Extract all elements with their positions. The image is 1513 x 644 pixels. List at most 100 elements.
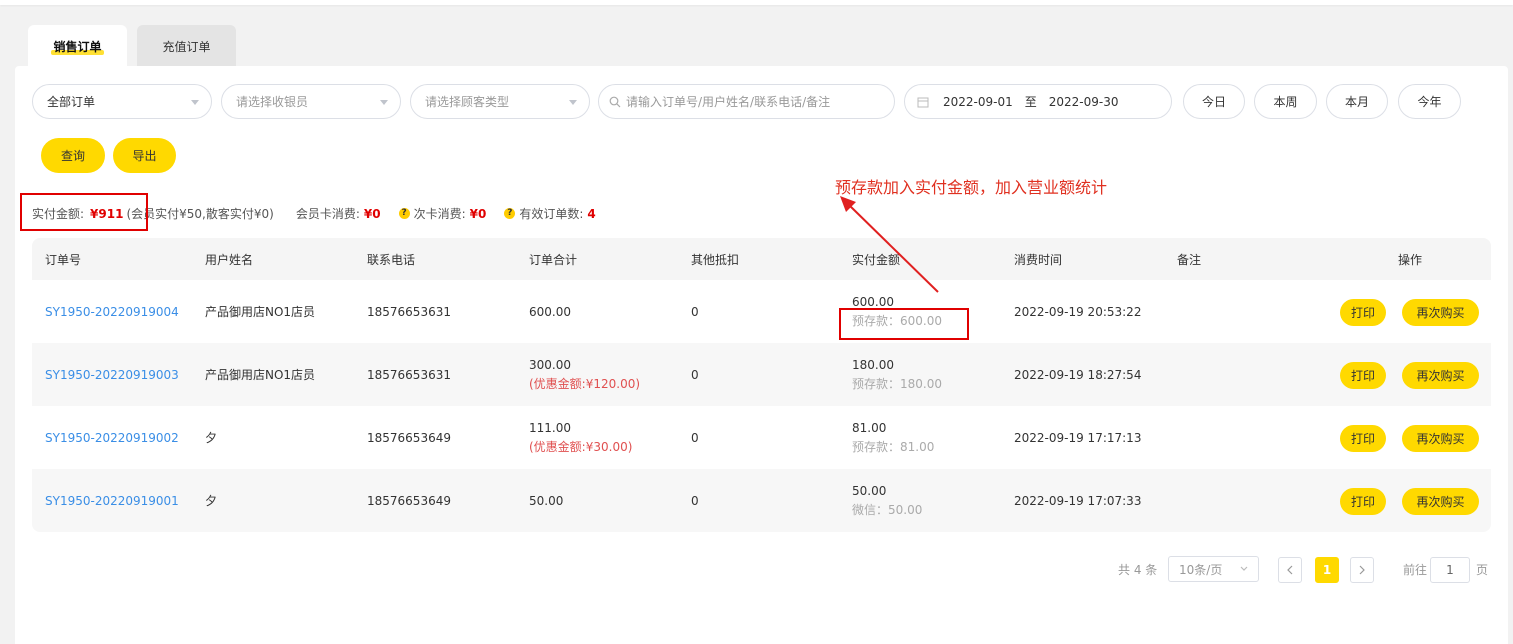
date-range-picker[interactable]: 2022-09-01 至 2022-09-30	[904, 84, 1172, 119]
phone: 18576653649	[367, 430, 451, 445]
header-phone: 联系电话	[367, 252, 416, 267]
table-row: SY1950-20220919003 产品御用店NO1店员 1857665363…	[32, 343, 1491, 406]
header-order-no: 订单号	[45, 252, 82, 267]
annotation-box-summary	[20, 193, 148, 231]
quick-week-button[interactable]: 本周	[1254, 84, 1317, 119]
date-separator: 至	[1024, 95, 1037, 109]
search-icon	[609, 96, 621, 107]
consume-time: 2022-09-19 17:07:33	[1014, 493, 1142, 508]
rebuy-button[interactable]: 再次购买	[1402, 425, 1479, 452]
paid-detail: (会员实付¥50,散客实付¥0)	[126, 207, 274, 221]
table-row: SY1950-20220919004 产品御用店NO1店员 1857665363…	[32, 280, 1491, 343]
goto-page-input[interactable]: 1	[1430, 557, 1470, 583]
page-size-select[interactable]: 10条/页	[1168, 556, 1259, 582]
export-button[interactable]: 导出	[113, 138, 176, 173]
header-remark: 备注	[1177, 252, 1202, 267]
chevron-down-icon	[569, 100, 577, 105]
times-value: ¥0	[469, 206, 487, 221]
header-name: 用户姓名	[205, 252, 254, 267]
total-value: 300.00	[529, 357, 571, 372]
header-time: 消费时间	[1014, 252, 1063, 267]
table-row: SY1950-20220919001 夕 18576653649 50.00 0…	[32, 469, 1491, 532]
prev-page-button[interactable]	[1278, 557, 1302, 583]
valid-label: 有效订单数:	[519, 207, 584, 221]
goto-label: 前往	[1403, 562, 1428, 577]
pagination-total: 共 4 条	[1118, 562, 1158, 577]
paid-amount: 50.00 微信：50.00	[852, 469, 922, 532]
order-no-link[interactable]: SY1950-20220919002	[45, 406, 179, 469]
paid-method: 预存款：81.00	[852, 439, 935, 454]
discount-note: (优惠金额:¥30.00)	[529, 439, 633, 454]
print-button[interactable]: 打印	[1340, 425, 1386, 452]
consume-time: 2022-09-19 18:27:54	[1014, 367, 1142, 382]
rebuy-button[interactable]: 再次购买	[1402, 299, 1479, 326]
consume-time: 2022-09-19 20:53:22	[1014, 304, 1142, 319]
chevron-left-icon	[1287, 565, 1293, 575]
tab-recharge-orders[interactable]: 充值订单	[137, 25, 236, 67]
user-name: 夕	[205, 431, 218, 445]
chevron-down-icon	[380, 100, 388, 105]
top-bar	[0, 0, 1513, 5]
paid-amount: 81.00 预存款：81.00	[852, 406, 934, 469]
page-size-value: 10条/页	[1179, 562, 1223, 577]
cashier-placeholder: 请选择收银员	[236, 95, 309, 109]
rebuy-button[interactable]: 再次购买	[1402, 362, 1479, 389]
card-value: ¥0	[363, 206, 381, 221]
phone: 18576653649	[367, 493, 451, 508]
chevron-down-icon	[1240, 566, 1248, 571]
valid-value: 4	[587, 206, 596, 221]
total-value: 111.00	[529, 420, 571, 435]
chevron-down-icon	[191, 100, 199, 105]
header-deduct: 其他抵扣	[691, 252, 740, 267]
user-name: 产品御用店NO1店员	[205, 305, 316, 319]
phone: 18576653631	[367, 304, 451, 319]
calendar-icon	[917, 97, 929, 107]
other-deduct: 0	[691, 493, 699, 508]
customer-type-select[interactable]: 请选择顾客类型	[410, 84, 590, 119]
order-total: 300.00 (优惠金额:¥120.00)	[529, 343, 640, 406]
next-page-button[interactable]	[1350, 557, 1374, 583]
query-button[interactable]: 查询	[41, 138, 105, 173]
order-no-link[interactable]: SY1950-20220919004	[45, 280, 179, 343]
help-icon[interactable]: ?	[504, 208, 516, 219]
search-input[interactable]: 请输入订单号/用户姓名/联系电话/备注	[598, 84, 895, 119]
phone: 18576653631	[367, 367, 451, 382]
header-actions: 操作	[1398, 252, 1423, 267]
order-total: 111.00 (优惠金额:¥30.00)	[529, 406, 632, 469]
annotation-box-deposit	[839, 308, 969, 340]
quick-today-button[interactable]: 今日	[1183, 84, 1245, 119]
total-value: 50.00	[529, 493, 564, 508]
customer-type-placeholder: 请选择顾客类型	[425, 95, 510, 109]
card-label: 会员卡消费:	[295, 207, 360, 221]
paid-value: 50.00	[852, 483, 887, 498]
order-no-link[interactable]: SY1950-20220919003	[45, 343, 179, 406]
quick-year-button[interactable]: 今年	[1398, 84, 1461, 119]
tab-sales-orders-label: 销售订单	[51, 39, 104, 55]
order-tabs: 销售订单 充值订单	[28, 25, 236, 67]
page-number-button[interactable]: 1	[1315, 557, 1339, 583]
times-label: 次卡消费:	[413, 207, 466, 221]
print-button[interactable]: 打印	[1340, 362, 1386, 389]
help-icon[interactable]: ?	[398, 208, 410, 219]
order-no-link[interactable]: SY1950-20220919001	[45, 469, 179, 532]
page-unit-label: 页	[1476, 562, 1489, 577]
cashier-select[interactable]: 请选择收银员	[221, 84, 401, 119]
paid-method: 微信：50.00	[852, 502, 923, 517]
total-value: 600.00	[529, 304, 571, 319]
other-deduct: 0	[691, 304, 699, 319]
discount-note: (优惠金额:¥120.00)	[529, 376, 641, 391]
paid-value: 81.00	[852, 420, 887, 435]
user-name: 产品御用店NO1店员	[205, 368, 316, 382]
paid-amount: 180.00 预存款：180.00	[852, 343, 942, 406]
other-deduct: 0	[691, 367, 699, 382]
print-button[interactable]: 打印	[1340, 488, 1386, 515]
tab-sales-orders[interactable]: 销售订单	[28, 25, 127, 67]
order-total: 600.00	[529, 280, 571, 343]
rebuy-button[interactable]: 再次购买	[1402, 488, 1479, 515]
header-total: 订单合计	[529, 252, 578, 267]
order-type-value: 全部订单	[47, 95, 96, 109]
quick-month-button[interactable]: 本月	[1326, 84, 1388, 119]
order-type-select[interactable]: 全部订单	[32, 84, 212, 119]
annotation-arrow-icon	[840, 196, 939, 293]
print-button[interactable]: 打印	[1340, 299, 1386, 326]
